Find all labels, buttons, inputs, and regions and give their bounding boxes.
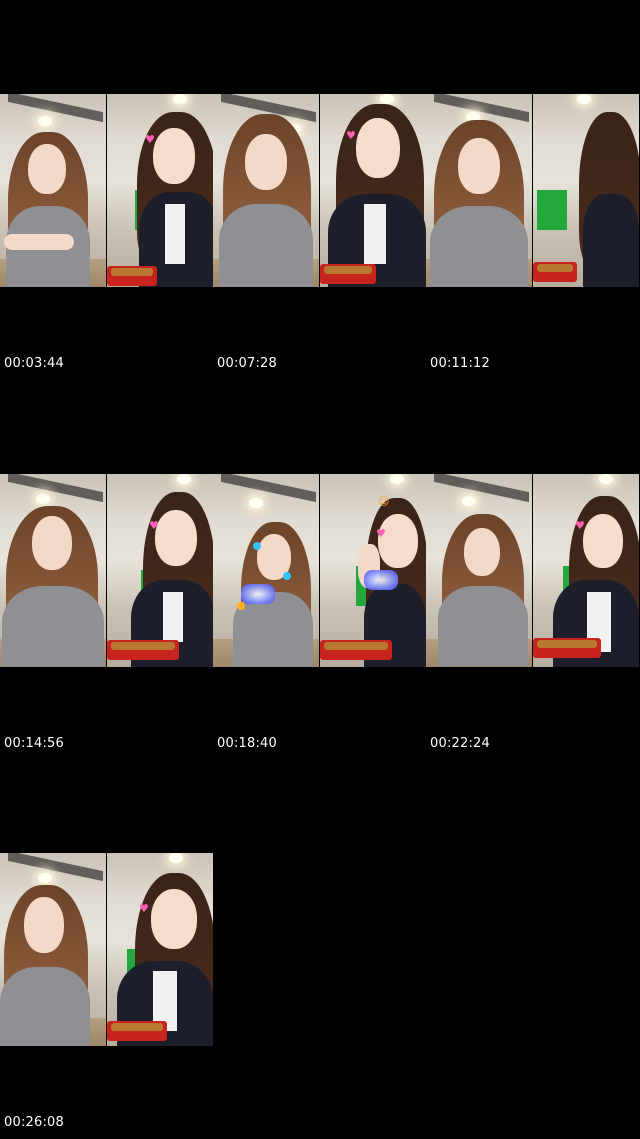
timestamp: 00:18:40 — [217, 736, 277, 751]
thumbnail-7[interactable]: ♥ — [0, 853, 213, 1046]
thumbnail-5[interactable]: ♥ ☺ — [213, 474, 426, 667]
frame-right: ♥ — [107, 94, 213, 287]
frame-right: ♥ — [107, 474, 213, 667]
timestamp: 00:26:08 — [4, 1115, 64, 1130]
timestamp: 00:22:24 — [430, 736, 490, 751]
frame-left — [0, 94, 106, 287]
thumbnail-1[interactable]: ♥ — [0, 94, 213, 287]
frame-right: ♥ — [107, 853, 213, 1046]
smiley-sticker-icon: ☺ — [378, 495, 390, 508]
thumbnail-4[interactable]: ♥ — [0, 474, 213, 667]
contact-sheet: { "thumbnails": [ {"timestamp": "00:03:4… — [0, 0, 640, 1139]
frame-left — [0, 853, 106, 1046]
timestamp: 00:03:44 — [4, 356, 64, 371]
thumbnail-6[interactable]: ♥ — [426, 474, 639, 667]
frame-left — [213, 94, 319, 287]
heart-sticker-icon: ♥ — [149, 519, 159, 532]
frame-left — [426, 474, 532, 667]
sparkle-effect-icon — [364, 570, 398, 590]
heart-sticker-icon: ♥ — [139, 902, 149, 915]
frame-right: ♥ ☺ — [320, 474, 426, 667]
sparkle-effect-icon — [241, 584, 275, 604]
thumbnail-3[interactable] — [426, 94, 639, 287]
frame-left — [426, 94, 532, 287]
heart-sticker-icon: ♥ — [145, 133, 155, 146]
timestamp: 00:11:12 — [430, 356, 490, 371]
heart-sticker-icon: ♥ — [575, 519, 585, 532]
frame-right: ♥ — [320, 94, 426, 287]
heart-sticker-icon: ♥ — [376, 527, 386, 540]
frame-left — [0, 474, 106, 667]
frame-right: ♥ — [533, 474, 639, 667]
timestamp: 00:07:28 — [217, 356, 277, 371]
timestamp: 00:14:56 — [4, 736, 64, 751]
frame-right — [533, 94, 639, 287]
frame-left — [213, 474, 319, 667]
heart-sticker-icon: ♥ — [346, 129, 356, 142]
thumbnail-2[interactable]: ♥ — [213, 94, 426, 287]
